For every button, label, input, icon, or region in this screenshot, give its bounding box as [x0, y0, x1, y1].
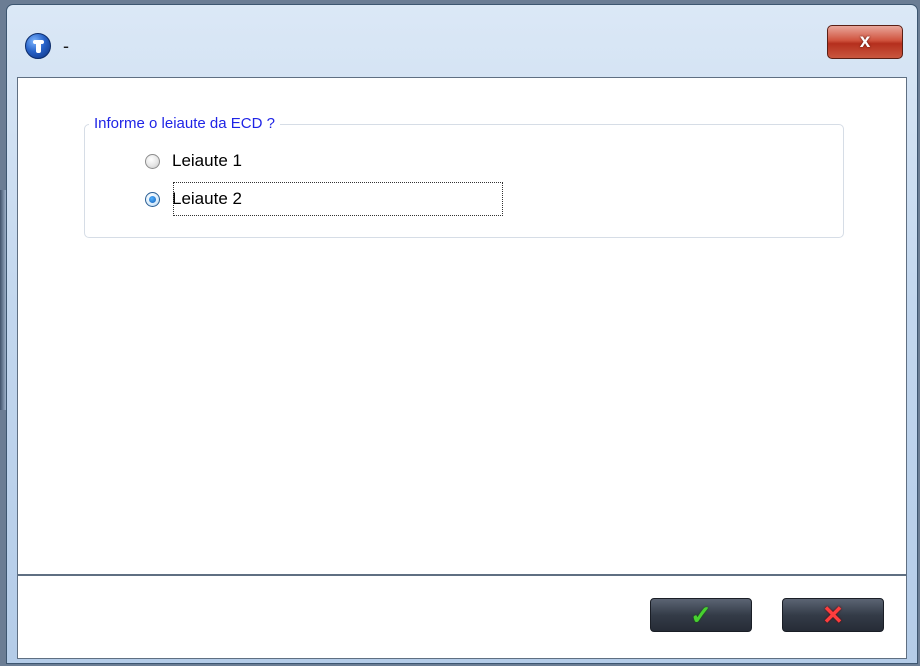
footer-separator	[18, 574, 906, 576]
option-leiaute-2[interactable]: Leiaute 2	[145, 189, 242, 209]
radio-leiaute-1[interactable]	[145, 153, 160, 169]
close-button[interactable]: x	[827, 25, 903, 59]
option-label-2: Leiaute 2	[172, 189, 242, 208]
dialog-window: - x Informe o leiaute da ECD ? Leiaute 1…	[6, 4, 918, 664]
layout-groupbox: Informe o leiaute da ECD ? Leiaute 1 Lei…	[84, 115, 844, 238]
window-title: -	[63, 36, 69, 56]
close-icon: x	[859, 31, 871, 52]
group-legend: Informe o leiaute da ECD ?	[89, 115, 280, 132]
cancel-button[interactable]: ✕	[782, 598, 884, 632]
option-label-1: Leiaute 1	[172, 151, 242, 170]
confirm-button[interactable]: ✓	[650, 598, 752, 632]
check-icon: ✓	[690, 600, 712, 630]
totvs-logo-icon	[25, 33, 51, 59]
title-bar[interactable]: - x	[7, 5, 917, 77]
cross-icon: ✕	[822, 600, 844, 630]
dialog-content: Informe o leiaute da ECD ? Leiaute 1 Lei…	[17, 77, 907, 659]
option-leiaute-1[interactable]: Leiaute 1	[145, 151, 242, 171]
radio-leiaute-2[interactable]	[145, 191, 160, 207]
